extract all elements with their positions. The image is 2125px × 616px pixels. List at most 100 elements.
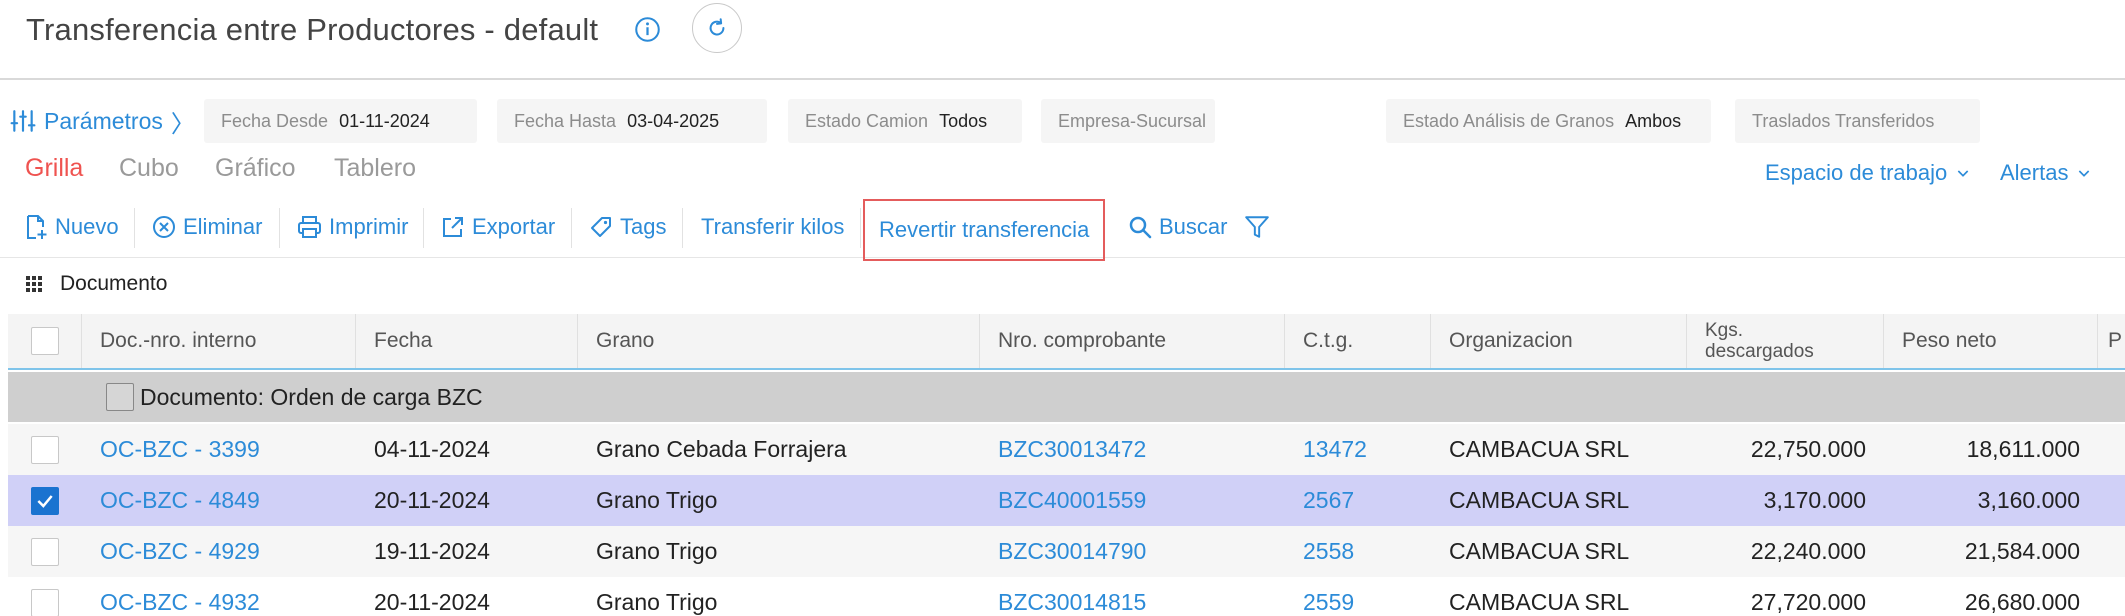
column-header[interactable]: Fecha [356,314,578,368]
row-select-cell [8,424,82,475]
grid-dots-icon[interactable] [26,276,42,292]
revert-transfer-label: Revertir transferencia [879,217,1090,242]
cell-comprobante[interactable]: BZC30013472 [980,424,1285,475]
table-row[interactable]: OC-BZC - 4932 20-11-2024 Grano Trigo BZC300… [8,577,2125,616]
transfer-kilos-button[interactable]: Transferir kilos [701,209,844,245]
filter-label: Estado Análisis de Granos [1403,110,1615,131]
group-checkbox[interactable] [106,383,134,411]
filter-label: Fecha Desde [221,110,329,131]
print-button[interactable]: Imprimir [297,209,408,245]
filter-icon [1245,216,1269,238]
alerts-menu[interactable]: Alertas [2000,160,2092,186]
parameters-toggle[interactable]: Parámetros 〉 [10,106,195,138]
toolbar-divider [860,208,861,248]
table-row[interactable]: OC-BZC - 4929 19-11-2024 Grano Trigo BZC300… [8,526,2125,577]
cell-ctg[interactable]: 13472 [1285,424,1431,475]
column-header[interactable]: C.t.g. [1285,314,1431,368]
cell-doc[interactable]: OC-BZC - 3399 [82,424,356,475]
tab-tablero[interactable]: Tablero [334,154,416,183]
tab-grafico[interactable]: Gráfico [215,154,296,183]
refresh-icon [709,18,725,36]
cell-fecha: 20-11-2024 [374,487,490,513]
cell-grano: Grano Trigo [596,589,718,615]
row-checkbox[interactable] [31,537,59,566]
column-header[interactable]: Peso neto [1884,314,2098,368]
refresh-button[interactable] [692,3,742,53]
toolbar-divider [279,208,280,248]
cell-fecha: 19-11-2024 [374,538,490,564]
cell-ctg[interactable]: 2558 [1285,526,1431,577]
filter-value: Todos [939,110,988,131]
filter-fecha-desde[interactable]: Fecha Desde 01-11-2024 [204,99,477,143]
export-button[interactable]: Exportar [441,209,555,245]
tags-label: Tags [620,214,667,239]
column-header[interactable]: Kgs. descargados [1687,314,1884,368]
column-header[interactable]: Doc.-nro. interno [82,314,356,368]
cell-grano: Grano Trigo [596,487,718,513]
column-header[interactable]: P [2098,314,2125,368]
external-link-icon [443,217,463,237]
toolbar-divider [571,208,572,248]
row-checkbox[interactable] [31,588,59,616]
cell-kgs: 3,170.000 [1763,487,1866,513]
tab-grilla[interactable]: Grilla [25,154,83,183]
filter-estado-camion[interactable]: Estado Camion Todos [788,99,1022,143]
group-row[interactable]: Documento: Orden de carga BZC [8,372,2125,422]
cell-ctg[interactable]: 2559 [1285,577,1431,616]
chevron-right-icon: 〉 [170,110,195,138]
grouping-label: Documento [60,272,168,295]
column-header[interactable]: Nro. comprobante [980,314,1285,368]
revert-transfer-button[interactable]: Revertir transferencia [863,199,1106,261]
cell-comprobante[interactable]: BZC40001559 [980,475,1285,526]
workspace-menu[interactable]: Espacio de trabajo [1765,160,1971,186]
sliders-icon [10,110,36,132]
row-checkbox[interactable] [31,486,59,515]
cell-comprobante[interactable]: BZC30014790 [980,526,1285,577]
filter-label: Fecha Hasta [514,110,617,131]
alerts-label: Alertas [2000,160,2069,185]
row-checkbox[interactable] [31,435,59,464]
cell-peso: 21,584.000 [1964,538,2080,564]
filter-empresa-sucursal[interactable]: Empresa-Sucursal [1041,99,1215,143]
cell-doc[interactable]: OC-BZC - 4929 [82,526,356,577]
cell-comprobante[interactable]: BZC30014815 [980,577,1285,616]
table-row[interactable]: OC-BZC - 4849 20-11-2024 Grano Trigo BZC400… [8,475,2125,526]
filter-button[interactable] [1244,209,1270,245]
table-row[interactable]: OC-BZC - 3399 04-11-2024 Grano Cebada Forr… [8,424,2125,475]
toolbar: Nuevo Eliminar Imprimir Exportar Tags Tr… [0,196,2125,261]
column-header[interactable]: Grano [578,314,980,368]
cell-org: CAMBACUA SRL [1449,538,1630,564]
filter-fecha-hasta[interactable]: Fecha Hasta 03-04-2025 [497,99,767,143]
toolbar-divider [682,208,683,248]
cell-peso: 18,611.000 [1966,436,2080,462]
cell-doc[interactable]: OC-BZC - 4849 [82,475,356,526]
new-button[interactable]: Nuevo [24,209,119,245]
info-icon[interactable] [634,16,661,43]
filter-label: Traslados Transferidos [1752,110,1935,131]
print-label: Imprimir [329,214,409,239]
chevron-down-icon [2079,170,2090,177]
select-all-checkbox[interactable] [30,327,59,355]
search-button[interactable]: Buscar [1128,209,1227,245]
column-header[interactable]: Organizacion [1431,314,1687,368]
grouping-bar: Documento [26,272,167,296]
cell-doc[interactable]: OC-BZC - 4932 [82,577,356,616]
search-label: Buscar [1159,214,1228,239]
tab-cubo[interactable]: Cubo [119,154,179,183]
filter-estado-analisis[interactable]: Estado Análisis de Granos Ambos [1386,99,1711,143]
workspace-label: Espacio de trabajo [1765,160,1948,185]
tags-button[interactable]: Tags [589,209,666,245]
group-label: Documento: Orden de carga BZC [140,383,483,410]
new-document-icon [27,215,47,239]
filter-traslados-transferidos[interactable]: Traslados Transferidos [1735,99,1980,143]
filter-value: Ambos [1625,110,1682,131]
transfer-kilos-label: Transferir kilos [701,214,845,239]
filter-label: Estado Camion [805,110,929,131]
parameters-label: Parámetros [44,107,163,134]
cell-grano: Grano Cebada Forrajera [596,436,847,462]
page-title: Transferencia entre Productores - defaul… [26,12,599,47]
delete-button[interactable]: Eliminar [152,209,262,245]
cell-ctg[interactable]: 2567 [1285,475,1431,526]
cell-kgs: 22,240.000 [1750,538,1866,564]
row-select-cell [8,577,82,616]
